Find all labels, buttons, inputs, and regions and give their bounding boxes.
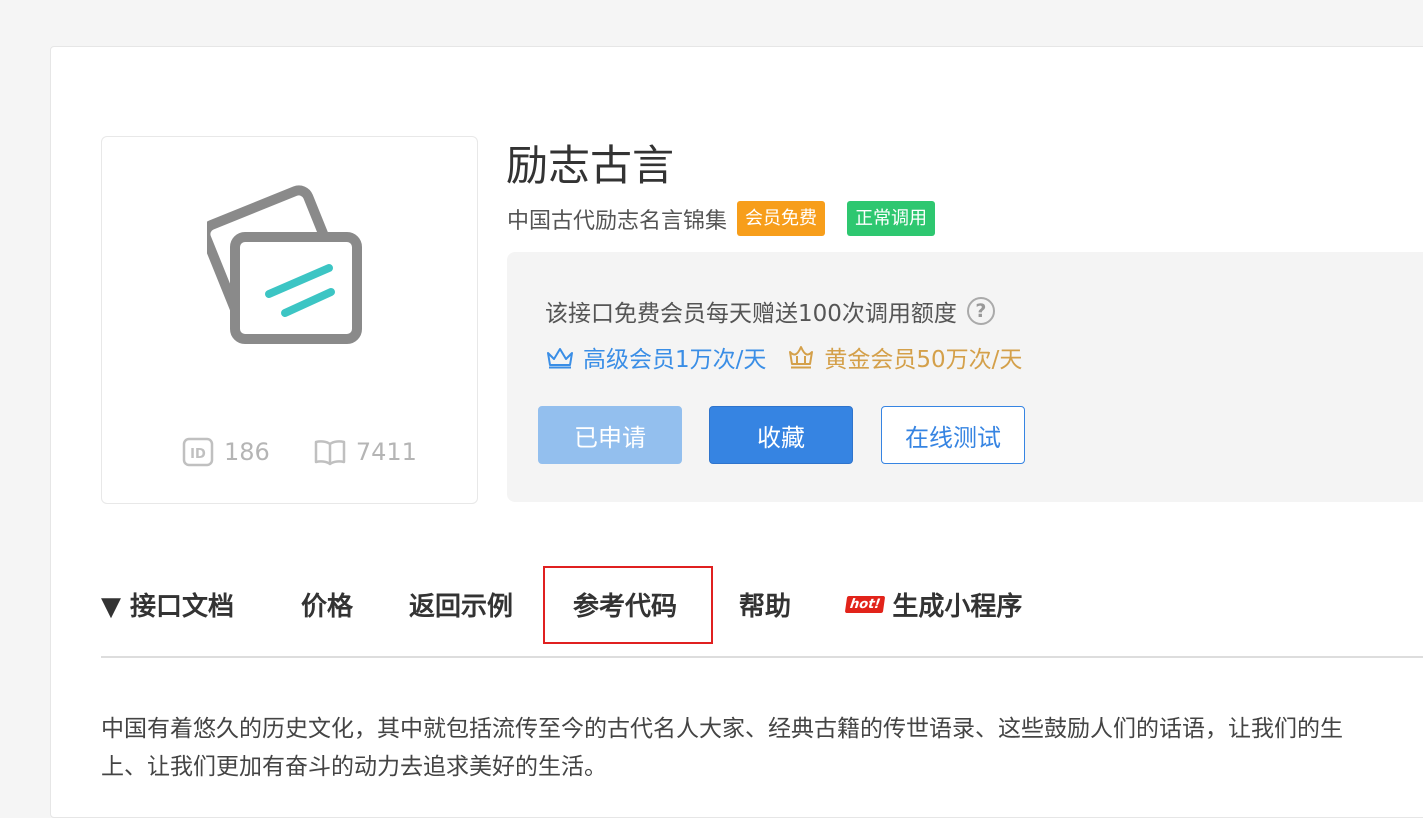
favorite-button[interactable]: 收藏 [709, 406, 853, 464]
gold-crown-icon [789, 346, 814, 369]
gold-member-link[interactable]: 黄金会员50万次/天 [786, 340, 1022, 374]
id-value: 186 [224, 438, 270, 466]
tab-return-example[interactable]: 返回示例 [409, 586, 513, 623]
quota-panel: 该接口免费会员每天赠送100次调用额度 ? 高级会员1万次/天 黄金会员50万次… [507, 252, 1423, 502]
tab-mini-program-label: 生成小程序 [892, 592, 1023, 622]
applied-button[interactable]: 已申请 [538, 406, 682, 464]
member-tiers: 高级会员1万次/天 黄金会员50万次/天 [545, 340, 1042, 374]
api-title: 励志古言 [506, 141, 675, 190]
card-stack-icon [207, 185, 362, 344]
description-line-1: 中国有着悠久的历史文化，其中就包括流传至今的古代名人大家、经典古籍的传世语录、这… [101, 716, 1343, 742]
views-stat: 7411 [314, 438, 417, 466]
senior-member-link[interactable]: 高级会员1万次/天 [545, 340, 766, 374]
help-icon[interactable]: ? [966, 297, 995, 325]
views-value: 7411 [355, 438, 417, 466]
detail-tabs: ▼ 接口文档 价格 返回示例 参考代码 帮助 hot! 生成小程序 [101, 566, 1423, 656]
id-icon: ID [182, 437, 214, 467]
api-stats: ID 186 7411 [182, 437, 417, 467]
senior-member-label: 高级会员1万次/天 [583, 347, 767, 373]
tab-help[interactable]: 帮助 [739, 586, 791, 623]
quota-info: 该接口免费会员每天赠送100次调用额度 ? [545, 294, 995, 328]
tab-price[interactable]: 价格 [301, 586, 353, 623]
online-test-button[interactable]: 在线测试 [881, 406, 1025, 464]
tab-api-doc[interactable]: ▼ 接口文档 [101, 586, 234, 623]
gold-member-label: 黄金会员50万次/天 [824, 347, 1023, 373]
crown-outline-icon [547, 348, 573, 369]
description-line-2: 上、让我们更加有奋斗的动力去追求美好的生活。 [101, 754, 607, 780]
quota-text: 该接口免费会员每天赠送100次调用额度 [545, 301, 957, 327]
api-thumbnail: ID 186 7411 [101, 136, 478, 504]
tab-reference-code[interactable]: 参考代码 [573, 586, 677, 623]
book-icon [314, 440, 346, 466]
hot-badge-icon: hot! [844, 596, 886, 613]
api-subtitle: 中国古代励志名言锦集 [507, 208, 728, 234]
api-subtitle-row: 中国古代励志名言锦集 会员免费 正常调用 [507, 201, 936, 236]
tab-mini-program[interactable]: hot! 生成小程序 [844, 586, 1023, 623]
api-description: 中国有着悠久的历史文化，其中就包括流传至今的古代名人大家、经典古籍的传世语录、这… [101, 710, 1423, 786]
status-badge: 正常调用 [847, 201, 936, 236]
tabs-divider [101, 656, 1423, 658]
svg-text:ID: ID [190, 447, 206, 462]
member-free-badge: 会员免费 [737, 201, 826, 236]
id-stat: ID 186 [182, 437, 270, 467]
